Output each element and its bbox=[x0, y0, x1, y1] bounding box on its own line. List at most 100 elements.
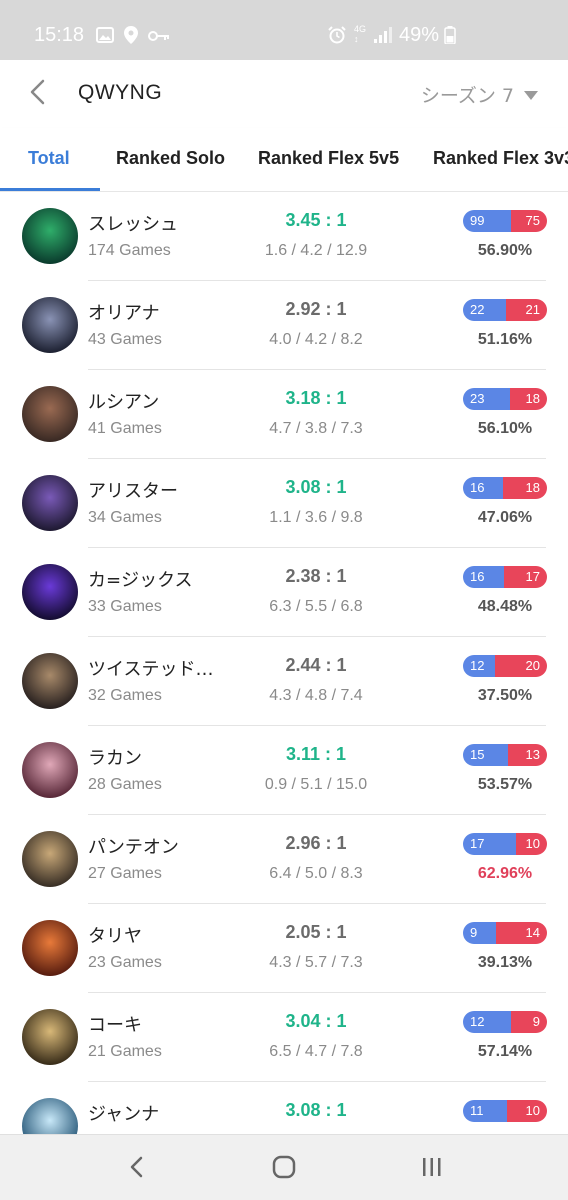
win-loss-bar: 16 18 bbox=[463, 477, 547, 499]
system-nav-bar bbox=[0, 1134, 568, 1200]
win-rate: 39.13% bbox=[477, 954, 533, 971]
champion-name: ラカン bbox=[88, 748, 142, 769]
location-icon bbox=[124, 26, 138, 48]
games-count: 21 Games bbox=[88, 1043, 162, 1060]
kda-ratio: 2.05 : 1 bbox=[285, 922, 347, 942]
champion-row[interactable]: ツイステッド… 32 Games 2.44 : 1 4.3 / 4.8 / 7.4 12… bbox=[0, 637, 568, 726]
champion-portrait bbox=[22, 742, 78, 798]
kda-detail: 4.3 / 4.8 / 7.4 bbox=[269, 687, 363, 704]
losses-count: 17 bbox=[504, 566, 547, 588]
champion-portrait bbox=[22, 564, 78, 620]
wins-count: 16 bbox=[463, 566, 504, 588]
champion-row[interactable]: カ=ジックス 33 Games 2.38 : 1 6.3 / 5.5 / 6.8 16 1… bbox=[0, 548, 568, 637]
kda-detail: 0.9 / 5.1 / 15.0 bbox=[264, 776, 368, 793]
games-count: 174 Games bbox=[88, 242, 171, 259]
champion-name: オリアナ bbox=[88, 303, 160, 324]
wins-count: 99 bbox=[463, 210, 511, 232]
win-loss-bar: 12 9 bbox=[463, 1011, 547, 1033]
win-rate: 48.48% bbox=[477, 598, 533, 615]
kda-ratio: 3.08 : 1 bbox=[285, 477, 347, 497]
chevron-left-icon bbox=[129, 1156, 143, 1182]
wins-count: 12 bbox=[463, 655, 495, 677]
wins-count: 17 bbox=[463, 833, 516, 855]
champion-portrait bbox=[22, 653, 78, 709]
nav-home-button[interactable] bbox=[264, 1153, 304, 1185]
alarm-icon bbox=[328, 26, 346, 48]
wins-count: 12 bbox=[463, 1011, 511, 1033]
losses-count: 20 bbox=[495, 655, 547, 677]
champion-portrait bbox=[22, 1009, 78, 1065]
kda-detail: 4.3 / 5.7 / 7.3 bbox=[269, 954, 363, 971]
back-button[interactable] bbox=[20, 76, 54, 112]
champion-row[interactable]: アリスター 34 Games 3.08 : 1 1.1 / 3.6 / 9.8 16 18… bbox=[0, 459, 568, 548]
app-header: QWYNG シーズン 7 bbox=[0, 60, 568, 128]
games-count: 32 Games bbox=[88, 687, 162, 704]
champion-name: タリヤ bbox=[88, 926, 142, 947]
win-loss-bar: 15 13 bbox=[463, 744, 547, 766]
champion-portrait bbox=[22, 475, 78, 531]
losses-count: 21 bbox=[506, 299, 547, 321]
win-rate: 37.50% bbox=[477, 687, 533, 704]
tab-ranked-solo[interactable]: Ranked Solo bbox=[116, 148, 225, 169]
wins-count: 15 bbox=[463, 744, 508, 766]
tab-total[interactable]: Total bbox=[28, 148, 70, 169]
tab-ranked-flex-5v5[interactable]: Ranked Flex 5v5 bbox=[258, 148, 399, 169]
losses-count: 18 bbox=[503, 477, 547, 499]
queue-tabs: Total Ranked Solo Ranked Flex 5v5 Ranked… bbox=[0, 128, 568, 192]
wins-count: 23 bbox=[463, 388, 510, 410]
kda-ratio: 3.08 : 1 bbox=[285, 1100, 347, 1120]
champion-name: コーキ bbox=[88, 1015, 142, 1036]
kda-ratio: 2.96 : 1 bbox=[285, 833, 347, 853]
champion-row[interactable]: パンテオン 27 Games 2.96 : 1 6.4 / 5.0 / 8.3 17 10… bbox=[0, 815, 568, 904]
champion-name: パンテオン bbox=[88, 837, 179, 858]
kda-ratio: 3.18 : 1 bbox=[285, 388, 347, 408]
win-loss-bar: 12 20 bbox=[463, 655, 547, 677]
kda-ratio: 2.92 : 1 bbox=[285, 299, 347, 319]
losses-count: 18 bbox=[510, 388, 547, 410]
games-count: 34 Games bbox=[88, 509, 162, 526]
win-rate: 57.14% bbox=[477, 1043, 533, 1060]
kda-ratio: 3.04 : 1 bbox=[285, 1011, 347, 1031]
season-dropdown[interactable]: シーズン 7 bbox=[421, 81, 538, 108]
losses-count: 14 bbox=[496, 922, 547, 944]
games-count: 23 Games bbox=[88, 954, 162, 971]
tab-indicator bbox=[0, 188, 100, 191]
kda-detail: 6.5 / 4.7 / 7.8 bbox=[269, 1043, 363, 1060]
kda-detail: 4.0 / 4.2 / 8.2 bbox=[269, 331, 363, 348]
status-time: 15:18 bbox=[34, 24, 85, 46]
win-loss-bar: 23 18 bbox=[463, 388, 547, 410]
champion-name: スレッシュ bbox=[88, 214, 178, 235]
champion-row[interactable]: オリアナ 43 Games 2.92 : 1 4.0 / 4.2 / 8.2 22 21 5… bbox=[0, 281, 568, 370]
wins-count: 22 bbox=[463, 299, 506, 321]
champion-portrait bbox=[22, 297, 78, 353]
recents-icon bbox=[421, 1156, 443, 1182]
champion-row[interactable]: コーキ 21 Games 3.04 : 1 6.5 / 4.7 / 7.8 12 9 57.… bbox=[0, 993, 568, 1082]
nav-back-button[interactable] bbox=[116, 1153, 156, 1185]
nav-recents-button[interactable] bbox=[412, 1153, 452, 1185]
losses-count: 10 bbox=[507, 1100, 547, 1122]
season-label: シーズン 7 bbox=[420, 85, 514, 107]
home-icon bbox=[272, 1155, 296, 1183]
signal-icon bbox=[374, 27, 392, 47]
key-icon bbox=[148, 28, 170, 47]
image-icon bbox=[96, 27, 114, 47]
battery-icon bbox=[444, 26, 456, 48]
champion-row[interactable]: タリヤ 23 Games 2.05 : 1 4.3 / 5.7 / 7.3 9 14 39.… bbox=[0, 904, 568, 993]
tab-ranked-flex-3v3[interactable]: Ranked Flex 3v3 bbox=[433, 148, 568, 169]
champion-portrait bbox=[22, 386, 78, 442]
win-rate: 62.96% bbox=[477, 865, 533, 882]
champion-row[interactable]: ラカン 28 Games 3.11 : 1 0.9 / 5.1 / 15.0 15 13 5… bbox=[0, 726, 568, 815]
champion-portrait bbox=[22, 831, 78, 887]
champion-name: アリスター bbox=[88, 481, 178, 502]
champion-name: ツイステッド… bbox=[88, 659, 214, 680]
win-loss-bar: 17 10 bbox=[463, 833, 547, 855]
losses-count: 9 bbox=[511, 1011, 547, 1033]
champion-row[interactable]: スレッシュ 174 Games 3.45 : 1 1.6 / 4.2 / 12.9 99… bbox=[0, 192, 568, 281]
champion-row[interactable]: ジャンナ 3.08 : 1 11 10 bbox=[0, 1082, 568, 1134]
kda-detail: 6.4 / 5.0 / 8.3 bbox=[269, 865, 363, 882]
champion-list[interactable]: スレッシュ 174 Games 3.45 : 1 1.6 / 4.2 / 12.9 99… bbox=[0, 192, 568, 1134]
champion-row[interactable]: ルシアン 41 Games 3.18 : 1 4.7 / 3.8 / 7.3 23 18 5… bbox=[0, 370, 568, 459]
kda-ratio: 3.11 : 1 bbox=[285, 744, 347, 764]
battery-percent: 49% bbox=[399, 24, 440, 46]
kda-ratio: 2.38 : 1 bbox=[285, 566, 347, 586]
